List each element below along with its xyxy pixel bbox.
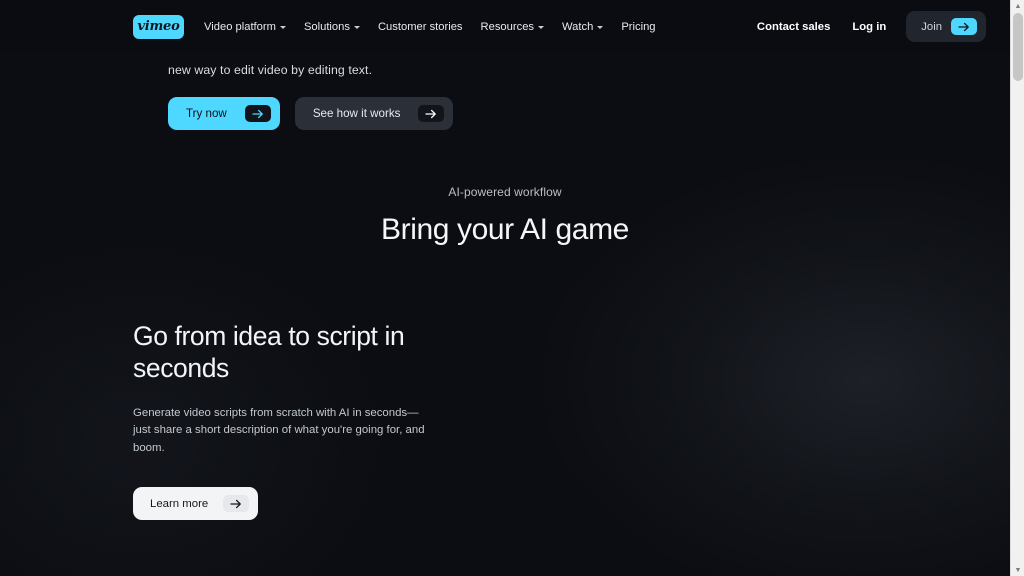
page-viewport: vimeo Video platform Solutions Customer … (0, 0, 1010, 576)
arrow-right-glyph (230, 499, 242, 508)
learn-more-button[interactable]: Learn more (133, 487, 259, 521)
learn-more-label: Learn more (150, 497, 209, 510)
chevron-down-icon (353, 26, 360, 29)
nav-item-resources[interactable]: Resources (472, 15, 553, 39)
nav-label: Resources (480, 20, 535, 33)
nav-item-pricing[interactable]: Pricing (612, 15, 664, 39)
vertical-scrollbar[interactable]: ▲ ▼ (1010, 0, 1024, 576)
feature-text-column: Go from idea to script in seconds Genera… (133, 320, 463, 521)
arrow-right-icon (223, 495, 250, 513)
try-now-button[interactable]: Try now (168, 97, 280, 130)
chevron-down-icon (279, 26, 286, 29)
arrow-right-glyph (425, 109, 437, 118)
ai-section-heading: AI-powered workflow Bring your AI game (0, 185, 1010, 247)
chevron-down-icon (597, 26, 604, 29)
nav-label: Customer stories (377, 20, 463, 33)
feature-row: Go from idea to script in seconds Genera… (0, 290, 1010, 576)
browser-page: vimeo Video platform Solutions Customer … (0, 0, 1024, 576)
see-how-it-works-label: See how it works (312, 107, 401, 120)
scroll-down-arrow-icon[interactable]: ▼ (1011, 564, 1024, 576)
nav-item-watch[interactable]: Watch (553, 15, 612, 39)
nav-item-video-platform[interactable]: Video platform (195, 15, 295, 39)
hero-subtitle: new way to edit video by editing text. (168, 63, 373, 77)
chevron-down-icon (538, 26, 545, 29)
vimeo-logo[interactable]: vimeo (133, 14, 184, 39)
feature-paragraph: Generate video scripts from scratch with… (133, 407, 425, 454)
vimeo-logo-text: vimeo (137, 19, 180, 34)
section-title: Bring your AI game (381, 213, 629, 246)
join-label: Join (921, 20, 942, 33)
try-now-label: Try now (186, 107, 227, 120)
scrollbar-thumb[interactable] (1013, 13, 1023, 81)
arrow-right-icon (244, 105, 271, 122)
contact-sales-link[interactable]: Contact sales (746, 15, 841, 39)
feature-heading: Go from idea to script in seconds (133, 321, 405, 384)
nav-item-customer-stories[interactable]: Customer stories (369, 15, 472, 39)
arrow-right-glyph (252, 109, 263, 118)
arrow-right-icon (418, 105, 445, 122)
log-in-link[interactable]: Log in (841, 15, 897, 39)
hero-section: new way to edit video by editing text. T… (0, 53, 1010, 130)
nav-item-solutions[interactable]: Solutions (295, 15, 369, 39)
hero-cta-group: Try now See how it works (168, 97, 1010, 130)
section-eyebrow: AI-powered workflow (448, 185, 562, 199)
nav-label: Video platform (204, 20, 276, 33)
nav-label: Solutions (303, 20, 350, 33)
see-how-it-works-button[interactable]: See how it works (294, 97, 454, 130)
arrow-right-glyph (958, 22, 969, 31)
arrow-right-icon (951, 18, 977, 35)
primary-nav: Video platform Solutions Customer storie… (195, 15, 665, 39)
join-button[interactable]: Join (906, 11, 986, 42)
header-actions: Contact sales Log in Join (746, 11, 986, 42)
nav-label: Pricing (621, 20, 656, 33)
scroll-up-arrow-icon[interactable]: ▲ (1011, 0, 1024, 12)
nav-label: Watch (562, 20, 594, 33)
site-header: vimeo Video platform Solutions Customer … (0, 0, 1010, 53)
